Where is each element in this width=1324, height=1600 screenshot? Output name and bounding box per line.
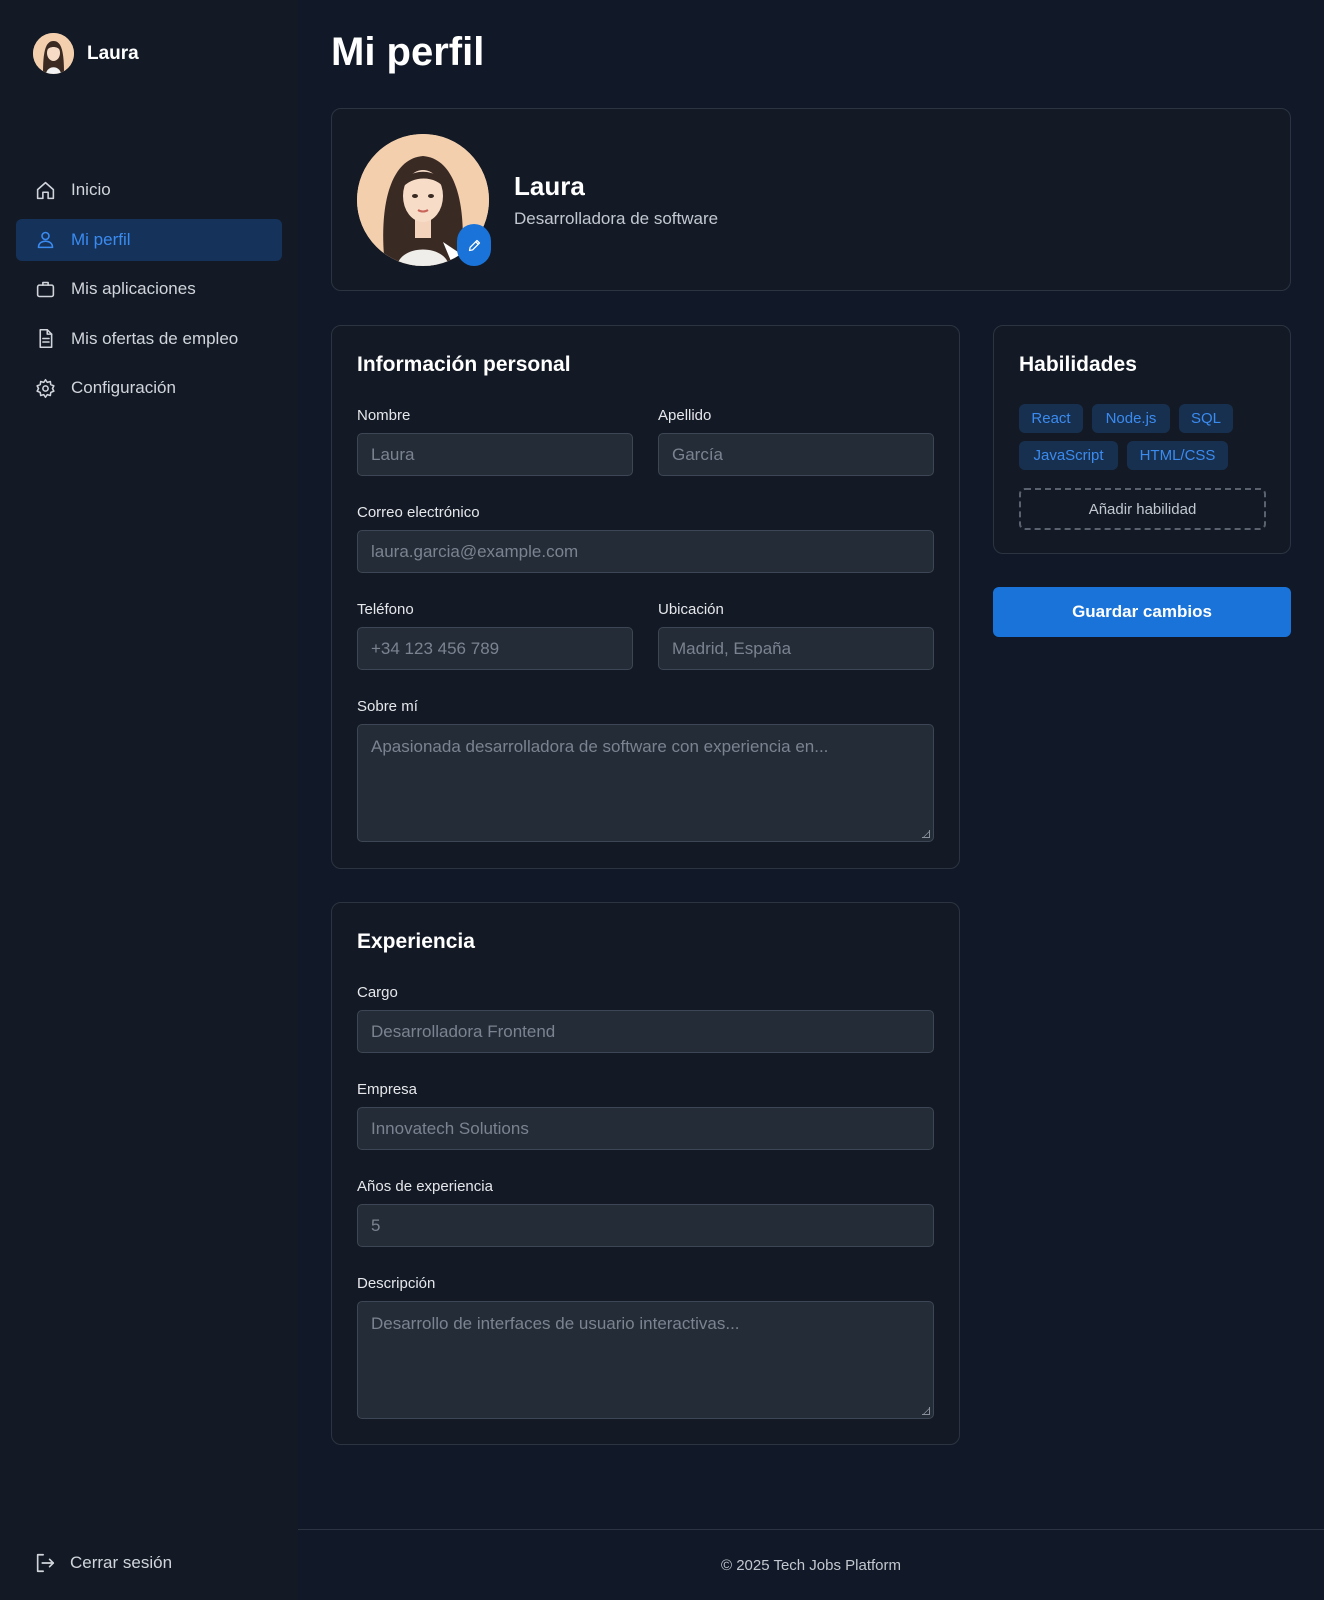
logout-icon	[36, 1553, 55, 1573]
sidebar: Laura Inicio Mi perfil Mis aplicaciones …	[0, 0, 298, 1600]
footer: © 2025 Tech Jobs Platform	[298, 1529, 1324, 1600]
resize-handle[interactable]	[922, 1407, 930, 1415]
sidebar-item-label: Mis ofertas de empleo	[71, 328, 239, 348]
position-field[interactable]: Desarrolladora Frontend	[357, 1010, 934, 1053]
position-label: Cargo	[357, 984, 398, 1001]
sidebar-item-mi-perfil[interactable]: Mi perfil	[16, 218, 282, 261]
phone-field[interactable]: +34 123 456 789	[357, 627, 633, 670]
personal-info-card: Información personal Nombre Laura Apelli…	[331, 325, 960, 869]
home-icon	[34, 179, 56, 201]
profile-role: Desarrolladora de software	[514, 209, 719, 228]
skill-tag[interactable]: Node.js	[1092, 404, 1170, 433]
avatar	[33, 33, 74, 74]
logout-button[interactable]: Cerrar sesión	[34, 1552, 172, 1574]
first-name-field[interactable]: Laura	[357, 433, 633, 476]
add-skill-button[interactable]: Añadir habilidad	[1019, 488, 1266, 530]
years-field[interactable]: 5	[357, 1204, 934, 1247]
profile-card: Laura Desarrolladora de software	[331, 108, 1291, 291]
email-label: Correo electrónico	[357, 504, 480, 521]
gear-icon	[34, 377, 56, 399]
years-label: Años de experiencia	[357, 1178, 493, 1195]
section-title: Información personal	[357, 353, 571, 376]
experience-card: Experiencia Cargo Desarrolladora Fronten…	[331, 902, 960, 1445]
section-title: Experiencia	[357, 930, 475, 953]
about-label: Sobre mí	[357, 698, 418, 715]
edit-avatar-button[interactable]	[457, 224, 491, 266]
sidebar-user-name: Laura	[87, 42, 139, 64]
about-placeholder: Apasionada desarrolladora de software co…	[371, 737, 829, 756]
location-field[interactable]: Madrid, España	[658, 627, 934, 670]
description-label: Descripción	[357, 1275, 436, 1292]
skill-tag[interactable]: HTML/CSS	[1127, 441, 1228, 470]
sidebar-nav: Inicio Mi perfil Mis aplicaciones Mis of…	[16, 169, 282, 417]
logout-label: Cerrar sesión	[70, 1553, 173, 1572]
email-field[interactable]: laura.garcia@example.com	[357, 530, 934, 573]
skill-tag[interactable]: SQL	[1179, 404, 1233, 433]
briefcase-icon	[34, 278, 56, 300]
about-textarea[interactable]: Apasionada desarrolladora de software co…	[357, 724, 934, 842]
sidebar-item-label: Mis aplicaciones	[71, 279, 196, 298]
pencil-icon	[468, 239, 480, 251]
location-label: Ubicación	[658, 601, 724, 618]
user-icon	[34, 229, 56, 251]
sidebar-item-inicio[interactable]: Inicio	[16, 169, 282, 211]
profile-name: Laura	[514, 171, 585, 201]
description-textarea[interactable]: Desarrollo de interfaces de usuario inte…	[357, 1301, 934, 1419]
skills-card: Habilidades React Node.js SQL JavaScript…	[993, 325, 1291, 554]
footer-text: © 2025 Tech Jobs Platform	[720, 1556, 902, 1574]
skill-tag[interactable]: React	[1019, 404, 1083, 433]
resize-handle[interactable]	[922, 830, 930, 838]
sidebar-item-label: Inicio	[71, 180, 111, 199]
company-field[interactable]: Innovatech Solutions	[357, 1107, 934, 1150]
company-label: Empresa	[357, 1081, 418, 1098]
sidebar-item-configuracion[interactable]: Configuración	[16, 367, 282, 409]
last-name-label: Apellido	[658, 407, 712, 424]
sidebar-user[interactable]: Laura	[33, 33, 139, 74]
sidebar-item-label: Mi perfil	[71, 229, 131, 249]
section-title: Habilidades	[1019, 353, 1137, 376]
description-placeholder: Desarrollo de interfaces de usuario inte…	[371, 1314, 740, 1333]
sidebar-item-mis-ofertas[interactable]: Mis ofertas de empleo	[16, 318, 282, 360]
phone-label: Teléfono	[357, 601, 414, 618]
skill-tag[interactable]: JavaScript	[1019, 441, 1118, 470]
save-button[interactable]: Guardar cambios	[993, 587, 1291, 637]
sidebar-item-label: Configuración	[71, 378, 176, 397]
page-title: Mi perfil	[331, 30, 485, 74]
sidebar-item-mis-aplicaciones[interactable]: Mis aplicaciones	[16, 268, 282, 310]
last-name-field[interactable]: García	[658, 433, 934, 476]
document-icon	[34, 328, 56, 350]
first-name-label: Nombre	[357, 407, 411, 424]
